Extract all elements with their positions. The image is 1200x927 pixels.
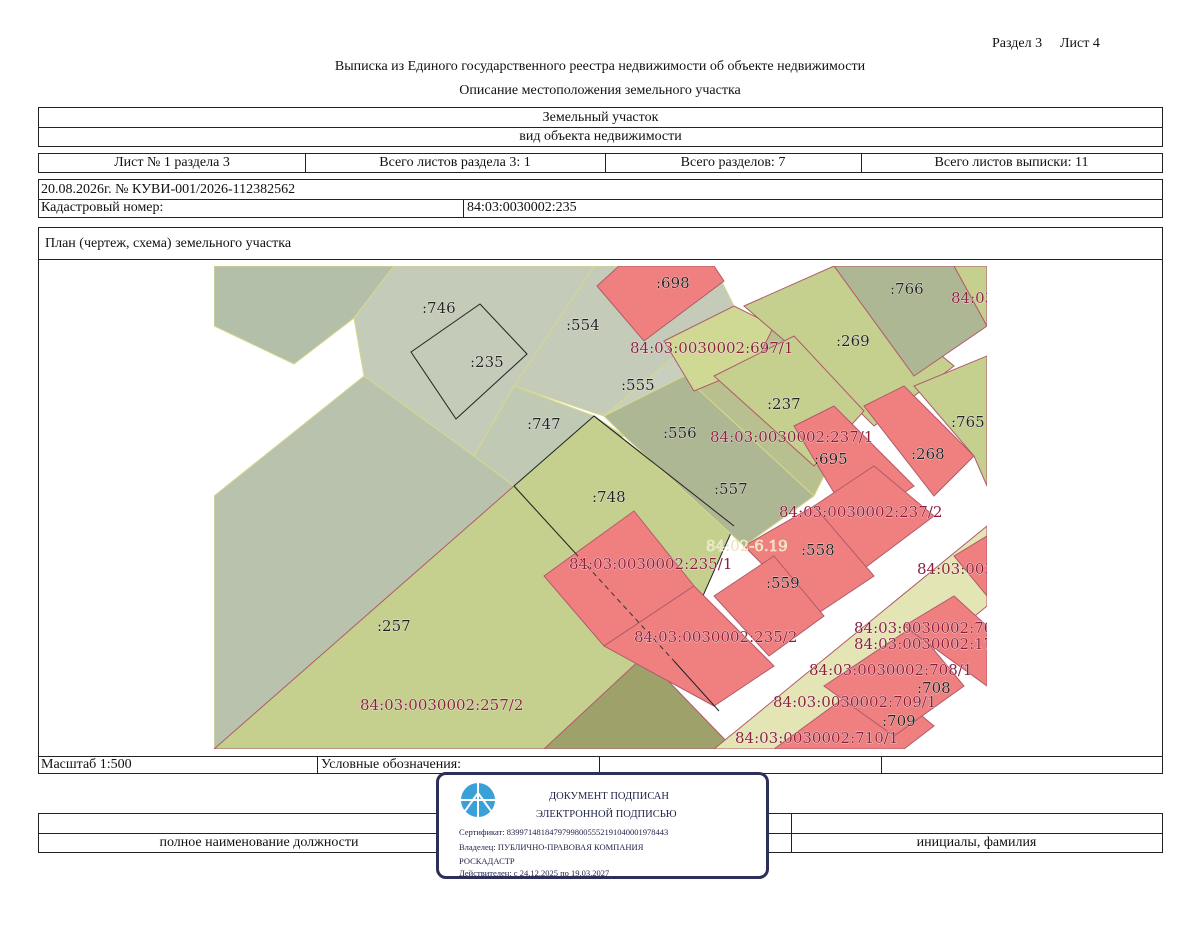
parcel-label: :695	[814, 450, 848, 468]
e-signature-stamp: ДОКУМЕНТ ПОДПИСАН ЭЛЕКТРОННОЙ ПОДПИСЬЮ С…	[436, 772, 769, 879]
land-plot-map: :698 :766 84:03 :746 :554 84:03:0030002:697/1…	[214, 266, 987, 749]
parcel-label: :558	[801, 541, 835, 559]
parcel-label: 84:03:003	[917, 560, 987, 578]
plan-title: План (чертеж, схема) земельного участка	[45, 235, 292, 251]
parcel-label: :698	[656, 274, 690, 292]
parcel-label: 84:02-6.19	[706, 537, 788, 555]
object-type: Земельный участок	[542, 109, 659, 125]
cadastral-label: Кадастровый номер:	[41, 200, 164, 215]
object-type-box: Земельный участок вид объекта недвижимос…	[38, 107, 1163, 147]
divider	[39, 259, 1162, 260]
parcel-label: :709	[882, 712, 916, 730]
parcel-label: 84:03:0030002:237/1	[710, 428, 873, 446]
parcel-label: :269	[836, 332, 870, 350]
name-caption: инициалы, фамилия	[916, 834, 1037, 850]
parcel-label: :559	[766, 574, 800, 592]
divider	[881, 756, 882, 773]
sheet-number: Лист № 1 раздела 3	[114, 155, 230, 170]
extract-title: Выписка из Единого государственного реес…	[334, 59, 866, 74]
parcel-label: 84:03:0030002:178/	[854, 635, 987, 653]
map-scale: Масштаб 1:500	[41, 756, 132, 772]
object-type-caption: вид объекта недвижимости	[519, 128, 682, 144]
parcel-label: 84:03:0030002:235/2	[634, 628, 797, 646]
parcel-label: :237	[767, 395, 801, 413]
parcel-label: 84:03	[951, 289, 987, 307]
parcel-label: 84:03:0030002:708/1	[809, 661, 972, 679]
parcel-label: :555	[621, 376, 655, 394]
sheets-row: Лист № 1 раздела 3 Всего листов раздела …	[38, 153, 1163, 173]
total-sections: Всего разделов: 7	[680, 155, 786, 170]
parcel-label: :235	[470, 353, 504, 371]
total-sheets-section: Всего листов раздела 3: 1	[379, 155, 531, 170]
date-number: 20.08.2026г. № КУВИ-001/2026-112382562	[41, 181, 296, 197]
stamp-certificate: Сертификат: 8399714818479799800555219104…	[459, 827, 669, 837]
parcel-label: :257	[377, 617, 411, 635]
legend-label: Условные обозначения:	[321, 756, 462, 772]
document-info-box: 20.08.2026г. № КУВИ-001/2026-112382562 К…	[38, 179, 1163, 218]
stamp-owner: Владелец: ПУБЛИЧНО-ПРАВОВАЯ КОМПАНИЯ	[459, 842, 644, 852]
parcel-label: :747	[527, 415, 561, 433]
parcel-label: :748	[592, 488, 626, 506]
cadastral-number: 84:03:0030002:235	[467, 200, 577, 215]
parcel-label: 84:03:0030002:709/1	[773, 693, 936, 711]
parcel-label: :268	[911, 445, 945, 463]
map-canvas: :698 :766 84:03 :746 :554 84:03:0030002:697/1…	[214, 266, 987, 749]
divider	[599, 756, 600, 773]
total-sheets-extract: Всего листов выписки: 11	[934, 155, 1089, 170]
parcel-label: :746	[422, 299, 456, 317]
parcel-label: :765	[951, 413, 985, 431]
registry-logo-icon	[461, 783, 495, 817]
parcel-label: 84:03:0030002:237/2	[779, 503, 942, 521]
parcel-label: 84:03:0030002:697/1	[630, 339, 793, 357]
parcel-label: :556	[663, 424, 697, 442]
stamp-owner-2: РОСКАДАСТР	[459, 856, 515, 866]
stamp-line2: ЭЛЕКТРОННОЙ ПОДПИСЬЮ	[536, 809, 677, 820]
position-caption: полное наименование должности	[159, 834, 359, 850]
stamp-validity: Действителен: с 24.12.2025 по 19.03.2027	[459, 868, 610, 878]
divider	[463, 199, 464, 217]
parcel-label: 84:03:0030002:710/1	[735, 729, 898, 747]
stamp-line1: ДОКУМЕНТ ПОДПИСАН	[549, 791, 669, 802]
divider	[317, 756, 318, 773]
parcel-label: :557	[714, 480, 748, 498]
parcel-label: :554	[566, 316, 600, 334]
section-label: Раздел 3	[992, 36, 1043, 51]
sheet-label: Лист 4	[1060, 36, 1100, 51]
extract-subtitle: Описание местоположения земельного участ…	[459, 83, 741, 98]
parcel-label: :766	[890, 280, 924, 298]
parcel-label: 84:03:0030002:235/1	[569, 555, 732, 573]
parcel-label: 84:03:0030002:257/2	[360, 696, 523, 714]
